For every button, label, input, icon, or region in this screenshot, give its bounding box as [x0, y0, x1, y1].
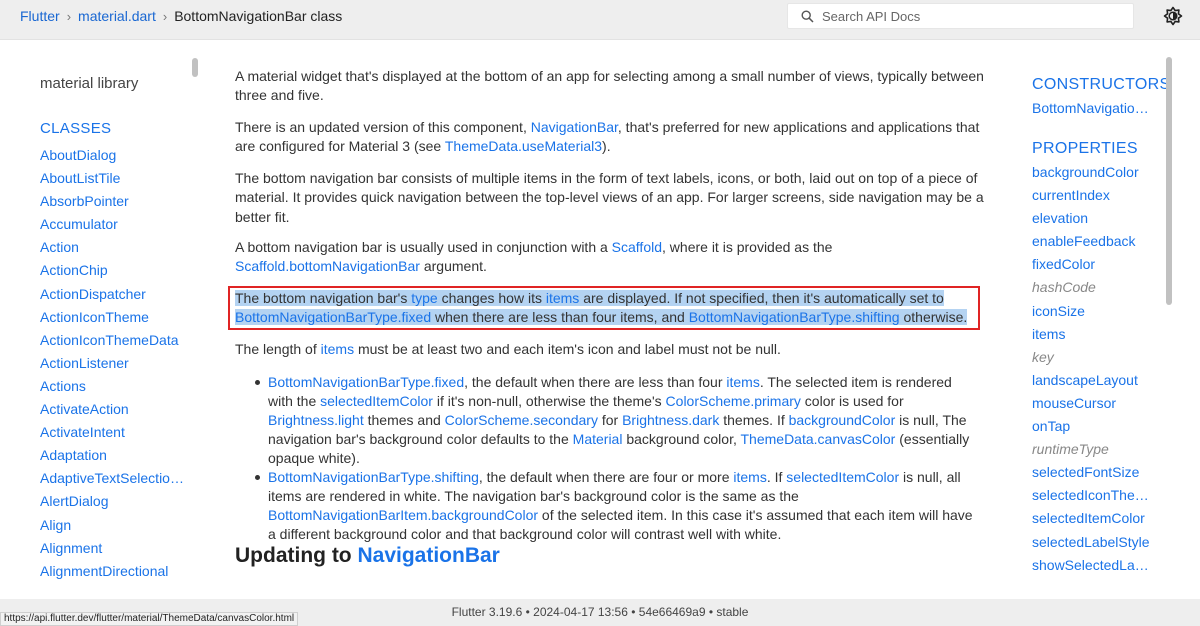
property-link[interactable]: selectedItemColor [1032, 507, 1150, 530]
property-link-inherited[interactable]: key [1032, 346, 1150, 369]
link-usematerial3[interactable]: ThemeData.useMaterial3 [445, 138, 602, 154]
link-colorscheme-secondary[interactable]: ColorScheme.secondary [445, 412, 598, 428]
property-link[interactable]: currentIndex [1032, 184, 1150, 207]
class-link[interactable]: ActionIconThemeData [40, 329, 190, 352]
link-items[interactable]: items [321, 341, 354, 357]
property-link[interactable]: items [1032, 323, 1150, 346]
top-header: Flutter › material.dart › BottomNavigati… [0, 0, 1200, 40]
search-box[interactable] [787, 3, 1134, 29]
class-link[interactable]: ActionChip [40, 259, 190, 282]
property-link[interactable]: mouseCursor [1032, 392, 1150, 415]
bullet-shifting: BottomNavigationBarType.shifting, the de… [235, 468, 980, 544]
property-link[interactable]: selectedFontSize [1032, 461, 1150, 484]
link-selecteditemcolor[interactable]: selectedItemColor [786, 469, 899, 485]
status-bar-url: https://api.flutter.dev/flutter/material… [0, 612, 299, 626]
class-link[interactable]: Adaptation [40, 444, 190, 467]
class-link[interactable]: AboutDialog [40, 144, 190, 167]
theme-toggle-icon[interactable] [1163, 6, 1183, 26]
bullet-dot [255, 475, 260, 480]
property-link[interactable]: enableFeedback [1032, 230, 1150, 253]
property-link[interactable]: onTap [1032, 415, 1150, 438]
property-link[interactable]: fixedColor [1032, 253, 1150, 276]
link-type-fixed[interactable]: BottomNavigationBarType.fixed [268, 374, 464, 390]
link-colorscheme-primary[interactable]: ColorScheme.primary [666, 393, 801, 409]
paragraph-navigationbar-note: There is an updated version of this comp… [235, 119, 980, 155]
right-sidebar-scrollbar[interactable] [1166, 57, 1172, 305]
paragraph-scaffold: A bottom navigation bar is usually used … [235, 239, 833, 275]
link-items[interactable]: items [726, 374, 759, 390]
class-link[interactable]: AlignmentDirectional [40, 560, 190, 583]
constructor-list: BottomNavigatio… [1032, 97, 1150, 120]
property-link[interactable]: backgroundColor [1032, 161, 1150, 184]
type-bullet-list: BottomNavigationBarType.fixed, the defau… [235, 373, 980, 544]
property-link[interactable]: selectedLabelStyle [1032, 531, 1150, 554]
property-link-inherited[interactable]: hashCode [1032, 276, 1150, 299]
property-link[interactable]: landscapeLayout [1032, 369, 1150, 392]
class-link[interactable]: Align [40, 514, 190, 537]
link-type-shifting[interactable]: BottomNavigationBarType.shifting [268, 469, 479, 485]
properties-heading[interactable]: PROPERTIES [1032, 140, 1138, 158]
class-link[interactable]: ActionListener [40, 352, 190, 375]
property-list: backgroundColor currentIndex elevation e… [1032, 161, 1150, 577]
paragraph-items-length: The length of items must be at least two… [235, 341, 781, 357]
class-link[interactable]: AlertDialog [40, 490, 190, 513]
library-title: material library [40, 75, 139, 92]
bullet-dot [255, 380, 260, 385]
link-navigationbar-heading[interactable]: NavigationBar [357, 544, 499, 567]
class-list: AboutDialog AboutListTile AbsorbPointer … [40, 144, 190, 583]
class-link[interactable]: AdaptiveTextSelection… [40, 467, 190, 490]
link-backgroundcolor[interactable]: backgroundColor [789, 412, 896, 428]
link-navigationbar[interactable]: NavigationBar [531, 119, 618, 135]
breadcrumb: Flutter › material.dart › BottomNavigati… [20, 0, 342, 32]
class-link[interactable]: ActivateIntent [40, 421, 190, 444]
link-material[interactable]: Material [573, 431, 623, 447]
class-link[interactable]: Accumulator [40, 213, 190, 236]
left-sidebar-scrollbar[interactable] [192, 58, 198, 77]
class-link[interactable]: AbsorbPointer [40, 190, 190, 213]
link-selecteditemcolor[interactable]: selectedItemColor [320, 393, 433, 409]
class-link[interactable]: Actions [40, 375, 190, 398]
link-brightness-light[interactable]: Brightness.light [268, 412, 364, 428]
class-link[interactable]: ActionDispatcher [40, 283, 190, 306]
property-link[interactable]: selectedIconThe… [1032, 484, 1150, 507]
left-sidebar: material library CLASSES AboutDialog Abo… [0, 40, 200, 599]
chevron-right-icon: › [66, 8, 72, 24]
class-link[interactable]: ActivateAction [40, 398, 190, 421]
constructor-link[interactable]: BottomNavigatio… [1032, 97, 1150, 120]
breadcrumb-material-dart[interactable]: material.dart [78, 8, 156, 24]
class-link[interactable]: Alignment [40, 537, 190, 560]
link-item-backgroundcolor[interactable]: BottomNavigationBarItem.backgroundColor [268, 507, 538, 523]
link-scaffold[interactable]: Scaffold [612, 239, 662, 255]
chevron-right-icon: › [162, 8, 168, 24]
property-link[interactable]: showSelectedLab… [1032, 554, 1150, 577]
search-icon [801, 9, 814, 23]
annotation-highlight-box [228, 286, 980, 330]
link-brightness-dark[interactable]: Brightness.dark [622, 412, 719, 428]
link-items[interactable]: items [733, 469, 766, 485]
breadcrumb-flutter[interactable]: Flutter [20, 8, 60, 24]
paragraph-intro: A material widget that's displayed at th… [235, 68, 984, 104]
link-canvascolor[interactable]: ThemeData.canvasColor [741, 431, 896, 447]
property-link[interactable]: elevation [1032, 207, 1150, 230]
class-link[interactable]: Action [40, 236, 190, 259]
section-heading: Updating to NavigationBar [235, 544, 500, 567]
constructors-heading[interactable]: CONSTRUCTORS [1032, 76, 1170, 94]
bullet-fixed: BottomNavigationBarType.fixed, the defau… [235, 373, 980, 468]
property-link-inherited[interactable]: runtimeType [1032, 438, 1150, 461]
classes-heading[interactable]: CLASSES [40, 120, 111, 137]
property-link[interactable]: iconSize [1032, 300, 1150, 323]
breadcrumb-current: BottomNavigationBar class [174, 8, 343, 24]
class-link[interactable]: AboutListTile [40, 167, 190, 190]
search-input[interactable] [822, 8, 1102, 24]
link-scaffold-bottomnavigationbar[interactable]: Scaffold.bottomNavigationBar [235, 258, 420, 274]
paragraph-description: The bottom navigation bar consists of mu… [235, 170, 984, 225]
class-link[interactable]: ActionIconTheme [40, 306, 190, 329]
